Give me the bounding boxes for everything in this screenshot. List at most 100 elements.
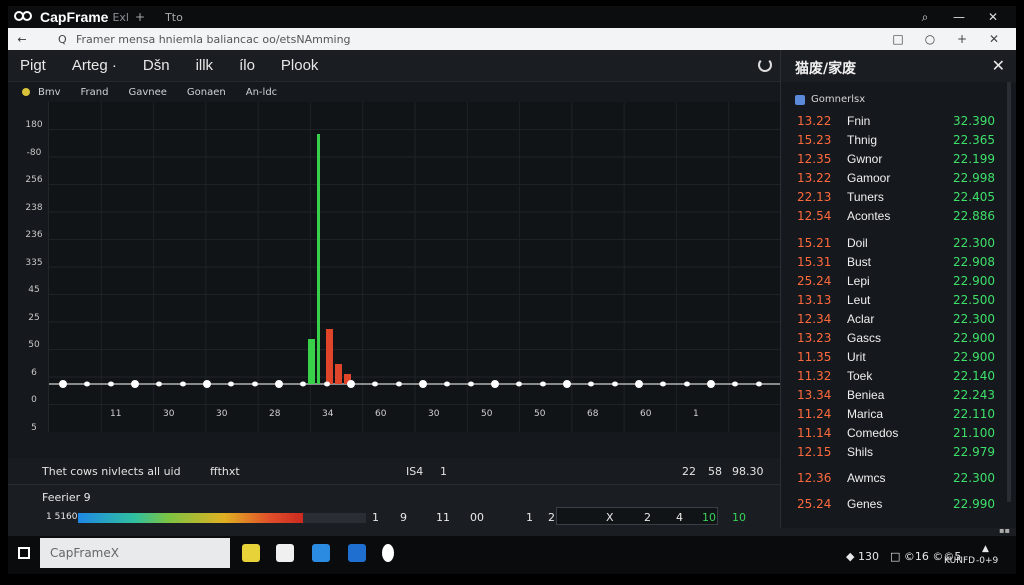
minimize-button[interactable]: — xyxy=(942,10,976,24)
list-item-name: Marica xyxy=(847,407,884,421)
list-item[interactable]: 15.21 Doil 22.300 xyxy=(781,236,1016,254)
back-button[interactable]: ← xyxy=(12,33,32,46)
x-tick-label: 28 xyxy=(269,409,281,419)
list-item[interactable]: 12.36 Awmcs 22.300 xyxy=(781,471,1016,489)
list-item[interactable]: 25.24 Lepi 22.900 xyxy=(781,274,1016,292)
pager-item[interactable]: 4 xyxy=(676,511,683,524)
close-icon[interactable]: ✕ xyxy=(992,56,1005,75)
list-item[interactable]: 13.13 Leut 22.500 xyxy=(781,293,1016,311)
list-item-value: 22.990 xyxy=(953,497,995,511)
add-icon[interactable]: + xyxy=(946,32,978,46)
status-row: Thet cows nivlects all uid ffthxt IS4 1 … xyxy=(8,458,780,484)
y-axis: 180 -80 256 238 236 335 45 25 50 6 0 5 xyxy=(8,102,48,456)
app-icon-capframe[interactable] xyxy=(382,544,394,562)
list-item-name: Toek xyxy=(847,369,873,383)
list-item[interactable]: 13.23 Gascs 22.900 xyxy=(781,331,1016,349)
list-item-code: 12.15 xyxy=(797,445,832,459)
list-item-name: Comedos xyxy=(847,426,899,440)
pager-item-active[interactable]: 10 xyxy=(702,511,716,524)
list-item-code: 25.24 xyxy=(797,497,832,511)
baseline-marker xyxy=(180,381,186,387)
list-item[interactable]: 12.15 Shils 22.979 xyxy=(781,445,1016,463)
list-item-code: 12.35 xyxy=(797,152,832,166)
list-item-name: Acontes xyxy=(847,209,891,223)
tray-clock: -0+9 xyxy=(976,556,999,566)
baseline-marker xyxy=(660,381,666,387)
pager-item[interactable]: 11 xyxy=(436,511,450,524)
menu-item-4[interactable]: illk xyxy=(196,57,214,74)
x-tick-label: 50 xyxy=(481,409,493,419)
sub-item-3[interactable]: Gavnee xyxy=(128,87,166,98)
baseline-marker xyxy=(300,381,306,387)
url-field[interactable]: Framer mensa hniemla baliancac oo/etsNAm… xyxy=(76,33,351,46)
list-item[interactable]: 15.31 Bust 22.908 xyxy=(781,255,1016,273)
chart-area: 180 -80 256 238 236 335 45 25 50 6 0 5 11 30 30 28 34 60… xyxy=(8,102,781,456)
tray-network[interactable]: ◆ 130 xyxy=(846,550,879,563)
close-button[interactable]: ✕ xyxy=(976,10,1010,24)
record-icon[interactable]: ○ xyxy=(914,32,946,46)
list-item[interactable]: 11.14 Comedos 21.100 xyxy=(781,426,1016,444)
menu-item-1[interactable]: Pigt xyxy=(20,57,46,74)
list-item[interactable]: 15.23 Thnig 22.365 xyxy=(781,133,1016,151)
pager-item[interactable]: 2 xyxy=(644,511,651,524)
pager-item[interactable]: 1 xyxy=(526,511,533,524)
app-icon-files[interactable] xyxy=(276,544,294,562)
progress-text: 1 5160 xyxy=(46,512,78,522)
tray-arrow-icon[interactable]: ▲ xyxy=(982,544,989,554)
app-icon-browser[interactable] xyxy=(312,544,330,562)
start-icon[interactable] xyxy=(18,547,30,559)
list-item[interactable]: 12.35 Gwnor 22.199 xyxy=(781,152,1016,170)
sub-item-4[interactable]: Gonaen xyxy=(187,87,226,98)
menu-item-3[interactable]: Dšn xyxy=(143,57,170,74)
tab-view-icon[interactable]: □ xyxy=(882,32,914,46)
baseline-marker xyxy=(756,381,762,387)
list-item[interactable]: 13.34 Beniea 22.243 xyxy=(781,388,1016,406)
pager-box[interactable] xyxy=(556,507,718,525)
search-icon[interactable]: ⌕ xyxy=(908,10,942,25)
tab-secondary[interactable]: Tto xyxy=(165,11,183,24)
sub-item-5[interactable]: An-ldc xyxy=(246,87,277,98)
list-item[interactable]: 11.35 Urit 22.900 xyxy=(781,350,1016,368)
close-icon[interactable]: ✕ xyxy=(978,32,1010,46)
list-item[interactable]: 11.32 Toek 22.140 xyxy=(781,369,1016,387)
list-item-value: 22.300 xyxy=(953,312,995,326)
list-item[interactable]: 12.34 Aclar 22.300 xyxy=(781,312,1016,330)
y-tick-label: 25 xyxy=(28,312,40,323)
address-bar: ← Q Framer mensa hniemla baliancac oo/et… xyxy=(8,28,1016,50)
scrollbar[interactable] xyxy=(1007,82,1011,502)
list-item[interactable]: 13.22 Gamoor 22.998 xyxy=(781,171,1016,189)
refresh-icon[interactable] xyxy=(758,58,772,72)
pager-item[interactable]: 2 xyxy=(548,511,555,524)
right-panel-filter[interactable]: Gomnerlsx xyxy=(795,94,865,105)
pager-item[interactable]: 00 xyxy=(470,511,484,524)
plot-area[interactable] xyxy=(48,102,781,432)
new-tab-button[interactable]: + xyxy=(135,10,145,24)
right-panel-header: 猫废/家废 ✕ xyxy=(781,50,1016,82)
app-icon-notes[interactable] xyxy=(242,544,260,562)
pager-item-active[interactable]: 10 xyxy=(732,511,746,524)
menu-item-2[interactable]: Arteg · xyxy=(72,57,117,74)
status-value-e: 98.30 xyxy=(732,464,764,478)
list-item[interactable]: 12.54 Acontes 22.886 xyxy=(781,209,1016,227)
pager-item[interactable]: X xyxy=(606,511,614,524)
checkbox-icon[interactable] xyxy=(795,94,805,105)
list-item-name: Lepi xyxy=(847,274,870,288)
list-item[interactable]: 25.24 Genes 22.990 xyxy=(781,497,1016,515)
pager-item[interactable]: 1 xyxy=(372,511,379,524)
bar-down xyxy=(335,364,342,384)
menu-item-6[interactable]: Plook xyxy=(281,57,319,74)
menu-item-5[interactable]: ílo xyxy=(239,57,255,74)
sub-item-1[interactable]: Bmv xyxy=(38,87,61,98)
list-item[interactable]: 22.13 Tuners 22.405 xyxy=(781,190,1016,208)
pager-item[interactable]: 9 xyxy=(400,511,407,524)
list-item-code: 11.14 xyxy=(797,426,832,440)
app-icon-store[interactable] xyxy=(348,544,366,562)
sub-item-2[interactable]: Frand xyxy=(81,87,109,98)
bar-up xyxy=(308,339,315,384)
y-tick-label: 45 xyxy=(28,285,40,295)
list-item[interactable]: 13.22 Fnin 32.390 xyxy=(781,114,1016,132)
list-item[interactable]: 11.24 Marica 22.110 xyxy=(781,407,1016,425)
resize-grip-icon[interactable]: ▪▪ xyxy=(999,526,1010,535)
tab-mark[interactable]: Exl xyxy=(112,11,129,24)
taskbar-search[interactable]: CapFrameX xyxy=(40,538,230,568)
